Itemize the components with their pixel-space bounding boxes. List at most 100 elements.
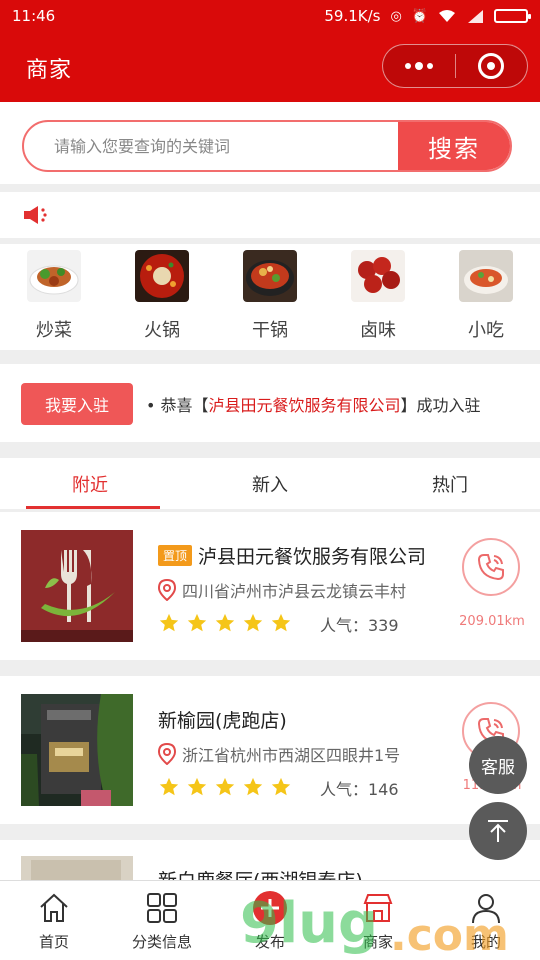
close-miniprogram-button[interactable] [456, 45, 528, 87]
marquee-prefix: • 恭喜【 [146, 396, 209, 415]
star-icon [271, 613, 291, 632]
join-marquee: • 恭喜【泸县田元餐饮服务有限公司】成功入驻 [146, 392, 510, 416]
rating-stars [158, 612, 292, 634]
category-label: 小吃 [468, 320, 504, 341]
merchant-name-text: 泸县田元餐饮服务有限公司 [198, 546, 427, 568]
search-box: 搜索 [22, 120, 512, 172]
tabbar-label: 首页 [38, 933, 69, 951]
tabbar-item-merchants[interactable]: 商家 [324, 881, 432, 960]
category-label: 卤味 [360, 320, 396, 341]
status-bar: 11:46 59.1K/s ◎ ⏰ [0, 0, 540, 32]
back-to-top-button[interactable] [469, 802, 527, 860]
page-title: 商家 [26, 58, 73, 83]
marquee-suffix: 】成功入驻 [400, 396, 481, 415]
tabbar-item-publish[interactable]: 发布 [216, 881, 324, 960]
notice-bar [0, 192, 540, 238]
star-icon [271, 777, 291, 796]
star-icon [243, 777, 263, 796]
status-time: 11:46 [12, 7, 56, 25]
tabbar-item-mine[interactable]: 我的 [432, 881, 540, 960]
merchant-address-text: 四川省泸州市泸县云龙镇云丰村 [182, 582, 407, 601]
merchant-name: 新榆园(虎跑店) [158, 706, 456, 733]
merchant-name-text: 新白鹿餐厅(西湖银泰店) [158, 866, 363, 880]
grid-icon [143, 889, 181, 927]
more-button[interactable] [383, 45, 455, 87]
category-image-stir-fry [27, 250, 81, 302]
search-input[interactable] [24, 122, 398, 170]
more-dots-icon [404, 62, 433, 70]
call-button[interactable] [462, 538, 520, 596]
star-icon [159, 777, 179, 796]
shop-icon [359, 889, 397, 927]
merchant-card[interactable]: 置顶 泸县田元餐饮服务有限公司 四川省泸州市泸县云龙镇云丰村 人气：339 20… [0, 512, 540, 660]
tab-nearby[interactable]: 附近 [0, 458, 180, 509]
wifi-icon [439, 10, 455, 22]
tabbar-label: 商家 [362, 933, 393, 951]
data-saver-icon: ◎ [390, 8, 402, 24]
merchant-photo [21, 856, 133, 880]
star-icon [159, 613, 179, 632]
merchant-address: 四川省泸州市泸县云龙镇云丰村 [158, 578, 454, 602]
category-image-braised [351, 250, 405, 302]
merchant-distance: 209.01km [459, 614, 525, 629]
arrow-up-icon [488, 820, 508, 842]
merchant-name: 新白鹿餐厅(西湖银泰店) [158, 866, 456, 880]
category-image-snack [459, 250, 513, 302]
target-icon [478, 53, 505, 79]
phone-icon [477, 554, 504, 581]
category-grid: 炒菜 火锅 干锅 卤味 小吃 [0, 244, 540, 350]
home-icon [35, 889, 73, 927]
tabbar-item-home[interactable]: 首页 [0, 881, 108, 960]
battery-icon [494, 9, 531, 23]
star-icon [243, 613, 263, 632]
star-icon [215, 777, 235, 796]
star-icon [215, 613, 235, 632]
star-icon [187, 613, 207, 632]
merchant-tabs: 附近 新入 热门 [0, 458, 540, 510]
tab-new[interactable]: 新入 [180, 458, 360, 509]
bottom-tab-bar: 首页 分类信息 发布 商家 我的 [0, 880, 540, 960]
merchant-logo [21, 530, 133, 642]
merchant-address-text: 浙江省杭州市西湖区四眼井1号 [182, 746, 401, 765]
merchant-name-text: 新榆园(虎跑店) [158, 710, 287, 732]
category-label: 干锅 [252, 320, 288, 341]
category-image-hotpot [135, 250, 189, 302]
category-item[interactable]: 卤味 [324, 244, 432, 350]
rating-stars [158, 776, 292, 798]
customer-service-button[interactable]: 客服 [469, 736, 527, 794]
speaker-icon [24, 206, 47, 224]
top-bar: 11:46 59.1K/s ◎ ⏰ 商家 [0, 0, 540, 102]
location-pin-icon [158, 579, 176, 601]
category-label: 火锅 [144, 320, 180, 341]
category-item[interactable]: 干锅 [216, 244, 324, 350]
category-image-dry-pot [243, 250, 297, 302]
nav-bar: 商家 [0, 32, 540, 102]
miniprogram-capsule [382, 44, 528, 88]
merchant-card[interactable]: 新榆园(虎跑店) 浙江省杭州市西湖区四眼井1号 人气：146 11.5Nkm [0, 676, 540, 824]
search-button[interactable]: 搜索 [398, 122, 510, 170]
tabbar-label: 我的 [470, 933, 501, 951]
merchant-address: 浙江省杭州市西湖区四眼井1号 [158, 742, 454, 766]
plus-icon [251, 889, 289, 927]
tabbar-label: 分类信息 [131, 933, 192, 951]
category-item[interactable]: 火锅 [108, 244, 216, 350]
signal-icon [468, 10, 483, 23]
merchant-popularity: 人气：146 [320, 780, 399, 799]
category-item[interactable]: 炒菜 [0, 244, 108, 350]
merchant-card[interactable]: 新白鹿餐厅(西湖银泰店) [0, 840, 540, 880]
pinned-badge: 置顶 [158, 545, 193, 566]
status-icons: 59.1K/s ◎ ⏰ [324, 7, 531, 25]
alarm-icon: ⏰ [411, 8, 428, 24]
category-label: 炒菜 [36, 320, 72, 341]
category-item[interactable]: 小吃 [432, 244, 540, 350]
tab-popular[interactable]: 热门 [360, 458, 540, 509]
network-speed: 59.1K/s [324, 7, 381, 25]
join-button[interactable]: 我要入驻 [21, 383, 133, 425]
search-section: 搜索 [0, 102, 540, 184]
tabbar-item-categories[interactable]: 分类信息 [108, 881, 216, 960]
join-section: 我要入驻 • 恭喜【泸县田元餐饮服务有限公司】成功入驻 [0, 364, 540, 442]
tabbar-label: 发布 [254, 933, 285, 951]
merchant-popularity: 人气：339 [320, 616, 399, 635]
location-pin-icon [158, 743, 176, 765]
user-icon [467, 889, 505, 927]
